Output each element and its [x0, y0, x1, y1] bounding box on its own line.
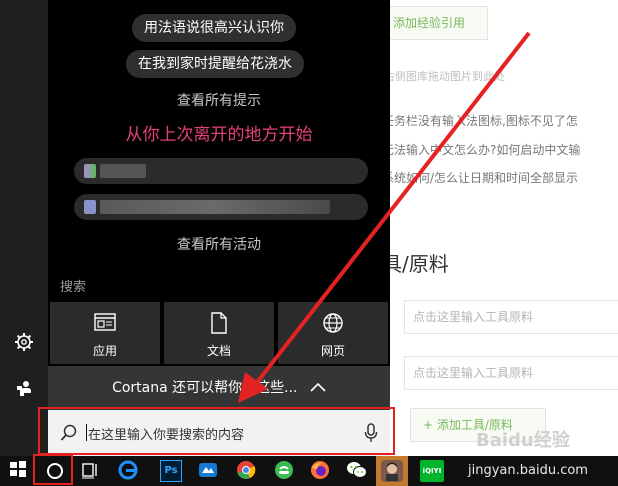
documents-tile-label: 文档 [206, 344, 231, 358]
avatar-app-icon[interactable] [381, 460, 403, 482]
annotation-box-cortana [33, 454, 73, 485]
suggestion-chip-2[interactable]: 在我到家时提醒给花浇水 [126, 50, 304, 78]
web-filter-tile[interactable]: 网页 [278, 302, 388, 364]
blurred-title [100, 200, 330, 214]
iqiyi-label: iQIYI [422, 467, 442, 475]
related-link-3[interactable]: 系统如何/怎么让日期和时间全部显示 [390, 169, 578, 186]
active-app-highlight [376, 456, 408, 486]
chevron-up-icon [310, 366, 326, 410]
start-left-rail [0, 0, 48, 456]
windows-start-icon[interactable] [9, 460, 31, 482]
edge-icon[interactable] [118, 460, 140, 482]
resume-heading: 从你上次离开的地方开始 [125, 125, 313, 145]
show-all-activity-link[interactable]: 查看所有活动 [48, 234, 390, 254]
iqiyi-icon[interactable]: iQIYI [420, 460, 444, 482]
cortana-panel: 用法语说很高兴认识你 在我到家时提醒给花浇水 查看所有提示 从你上次离开的地方开… [48, 0, 390, 456]
baidu-watermark: Baidu经验 [476, 430, 570, 451]
task-view-icon[interactable] [80, 460, 102, 482]
tools-section-title: 具/原料 [390, 252, 449, 276]
apps-filter-tile[interactable]: 应用 [50, 302, 160, 364]
cortana-expand-bar[interactable]: Cortana 还可以帮你做这些... [48, 366, 390, 410]
apps-tile-label: 应用 [92, 344, 117, 358]
photoshop-icon[interactable]: Ps [160, 460, 182, 482]
show-all-tips-link[interactable]: 查看所有提示 [48, 90, 390, 110]
apps-icon [50, 312, 160, 336]
tool-input-1[interactable]: 点击这里输入工具原料 [404, 300, 618, 334]
photoshop-label: Ps [164, 465, 178, 476]
search-section-label: 搜索 [60, 280, 87, 295]
app-icon[interactable] [198, 460, 220, 482]
green-app-icon[interactable] [274, 460, 296, 482]
chrome-icon[interactable] [236, 460, 258, 482]
wechat-icon[interactable] [346, 460, 368, 482]
settings-icon[interactable] [12, 332, 36, 356]
related-link-2[interactable]: 无法输入中文怎么办?如何启动中文输 [390, 141, 580, 158]
firefox-icon[interactable] [310, 460, 332, 482]
watermark-url: jingyan.baidu.com [468, 463, 588, 478]
drag-image-hint: 右侧图库拖动图片到此处 [390, 70, 505, 83]
annotation-box-searchbox [38, 407, 395, 455]
related-link-1[interactable]: 任务栏没有输入法图标,图标不见了怎 [390, 112, 578, 129]
globe-icon [278, 312, 388, 338]
web-tile-label: 网页 [320, 344, 345, 358]
blurred-title [100, 164, 146, 178]
recent-activity-item-2[interactable] [74, 194, 368, 220]
documents-filter-tile[interactable]: 文档 [164, 302, 274, 364]
activity-thumbnail [84, 164, 96, 178]
document-icon [164, 312, 274, 338]
background-web-page: 添加经验引用 右侧图库拖动图片到此处 任务栏没有输入法图标,图标不见了怎 无法输… [390, 0, 618, 456]
activity-thumbnail [84, 200, 96, 214]
feedback-icon[interactable] [12, 378, 36, 402]
recent-activity-item-1[interactable] [74, 158, 368, 184]
tool-input-2[interactable]: 点击这里输入工具原料 [404, 356, 618, 390]
cortana-text: Cortana 还可以帮你做这些... [112, 380, 298, 396]
add-reference-button[interactable]: 添加经验引用 [390, 6, 488, 40]
suggestion-chip-1[interactable]: 用法语说很高兴认识你 [132, 14, 296, 42]
taskbar: Ps iQIYI jingyan.baidu.com [0, 456, 618, 486]
